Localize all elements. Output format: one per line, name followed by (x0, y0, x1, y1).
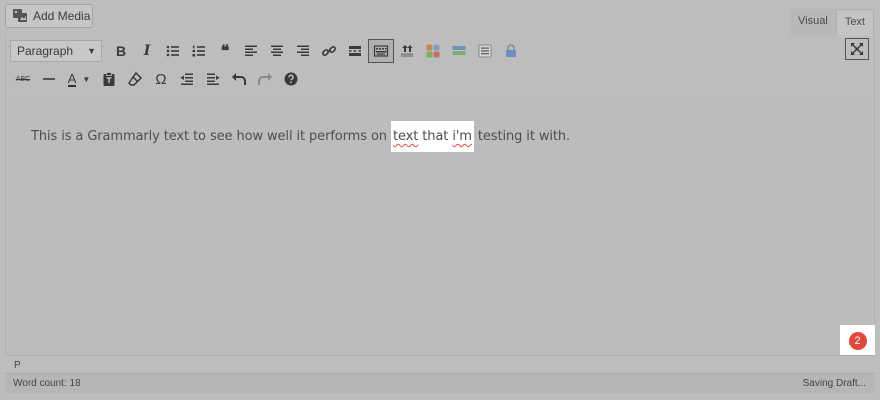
list-box-icon (478, 44, 492, 58)
word-count: Word count: 18 (13, 378, 81, 389)
paragraph-text-after: testing it with. (473, 129, 571, 144)
upload-button[interactable] (394, 39, 420, 63)
paste-as-text-button[interactable] (96, 67, 122, 91)
align-left-icon (245, 45, 257, 56)
align-center-button[interactable] (264, 39, 290, 63)
format-select[interactable]: Paragraph ▼ (10, 40, 102, 62)
editor-content-area[interactable]: This is a Grammarly text to see how well… (5, 98, 875, 355)
chevron-down-icon: ▼ (82, 74, 91, 84)
special-character-icon: Ω (155, 70, 167, 88)
toolbar-toggle-button[interactable] (368, 39, 394, 63)
indent-icon (207, 73, 220, 85)
blockquote-icon: ❝ (220, 43, 230, 60)
grammarly-widget[interactable]: 2 (840, 325, 875, 356)
editor-toolbar: Paragraph ▼ B I ❝ ABC A ▼ Ω (5, 36, 875, 98)
read-more-icon (349, 46, 361, 56)
blockquote-button[interactable]: ❝ (212, 39, 238, 63)
tab-visual[interactable]: Visual (790, 9, 836, 36)
fullscreen-icon (851, 43, 863, 55)
grammarly-highlight[interactable]: text that i'm (390, 121, 474, 152)
special-character-button[interactable]: Ω (148, 67, 174, 91)
grid-button[interactable] (420, 39, 446, 63)
list-box-button[interactable] (472, 39, 498, 63)
help-icon (284, 72, 298, 86)
highlight-middle-text: that (418, 129, 453, 144)
flagged-word-im: i'm (452, 129, 472, 144)
tab-text[interactable]: Text (835, 9, 874, 36)
horizontal-line-button[interactable] (36, 67, 62, 91)
grammarly-issue-count-badge: 2 (848, 331, 867, 350)
flagged-word-text: text (392, 129, 419, 144)
fullscreen-button[interactable] (845, 38, 869, 60)
editor-paragraph: This is a Grammarly text to see how well… (31, 121, 571, 152)
toolbar-toggle-icon (373, 45, 389, 57)
align-right-button[interactable] (290, 39, 316, 63)
undo-icon (232, 73, 246, 85)
add-media-button[interactable]: Add Media (5, 4, 93, 28)
italic-icon: I (143, 43, 151, 59)
lock-button[interactable] (498, 39, 524, 63)
element-path-bar: P (5, 355, 875, 373)
upload-icon (401, 45, 413, 57)
redo-icon (258, 73, 272, 85)
horizontal-line-icon (43, 78, 55, 80)
align-center-icon (271, 45, 283, 56)
redo-button[interactable] (252, 67, 278, 91)
editor-status-bar: Word count: 18 Saving Draft... (5, 373, 875, 393)
help-button[interactable] (278, 67, 304, 91)
numbered-list-button[interactable] (186, 39, 212, 63)
link-icon (321, 45, 337, 57)
link-button[interactable] (316, 39, 342, 63)
undo-button[interactable] (226, 67, 252, 91)
numbered-list-icon (192, 45, 205, 57)
chevron-down-icon: ▼ (87, 46, 96, 56)
add-media-icon (12, 7, 28, 26)
align-right-icon (297, 45, 309, 56)
outdent-button[interactable] (174, 67, 200, 91)
text-color-button[interactable]: A ▼ (62, 67, 96, 91)
highlight-button[interactable] (446, 39, 472, 63)
grid-icon (426, 44, 440, 58)
align-left-button[interactable] (238, 39, 264, 63)
bulleted-list-icon (166, 45, 179, 57)
text-color-icon: A (67, 70, 77, 87)
clear-formatting-button[interactable] (122, 67, 148, 91)
paste-as-text-icon (103, 72, 115, 86)
eraser-icon (128, 71, 143, 86)
lock-icon (506, 44, 516, 57)
strikethrough-icon: ABC (15, 75, 31, 83)
format-select-value: Paragraph (17, 44, 74, 58)
bold-button[interactable]: B (108, 39, 134, 63)
highlight-icon (452, 46, 466, 55)
bold-icon: B (115, 43, 127, 59)
editor-top-bar: Add Media Visual Text (0, 0, 880, 36)
read-more-button[interactable] (342, 39, 368, 63)
toolbar-row-1: Paragraph ▼ B I ❝ (10, 38, 524, 64)
italic-button[interactable]: I (134, 39, 160, 63)
add-media-label: Add Media (33, 9, 91, 23)
paragraph-text-before: This is a Grammarly text to see how well… (31, 129, 391, 144)
bulleted-list-button[interactable] (160, 39, 186, 63)
save-status: Saving Draft... (802, 378, 866, 389)
outdent-icon (180, 73, 193, 85)
indent-button[interactable] (200, 67, 226, 91)
editor-mode-tabs: Visual Text (790, 9, 874, 36)
toolbar-row-2: ABC A ▼ Ω (10, 66, 304, 92)
element-path-p[interactable]: P (14, 360, 21, 371)
strikethrough-button[interactable]: ABC (10, 67, 36, 91)
